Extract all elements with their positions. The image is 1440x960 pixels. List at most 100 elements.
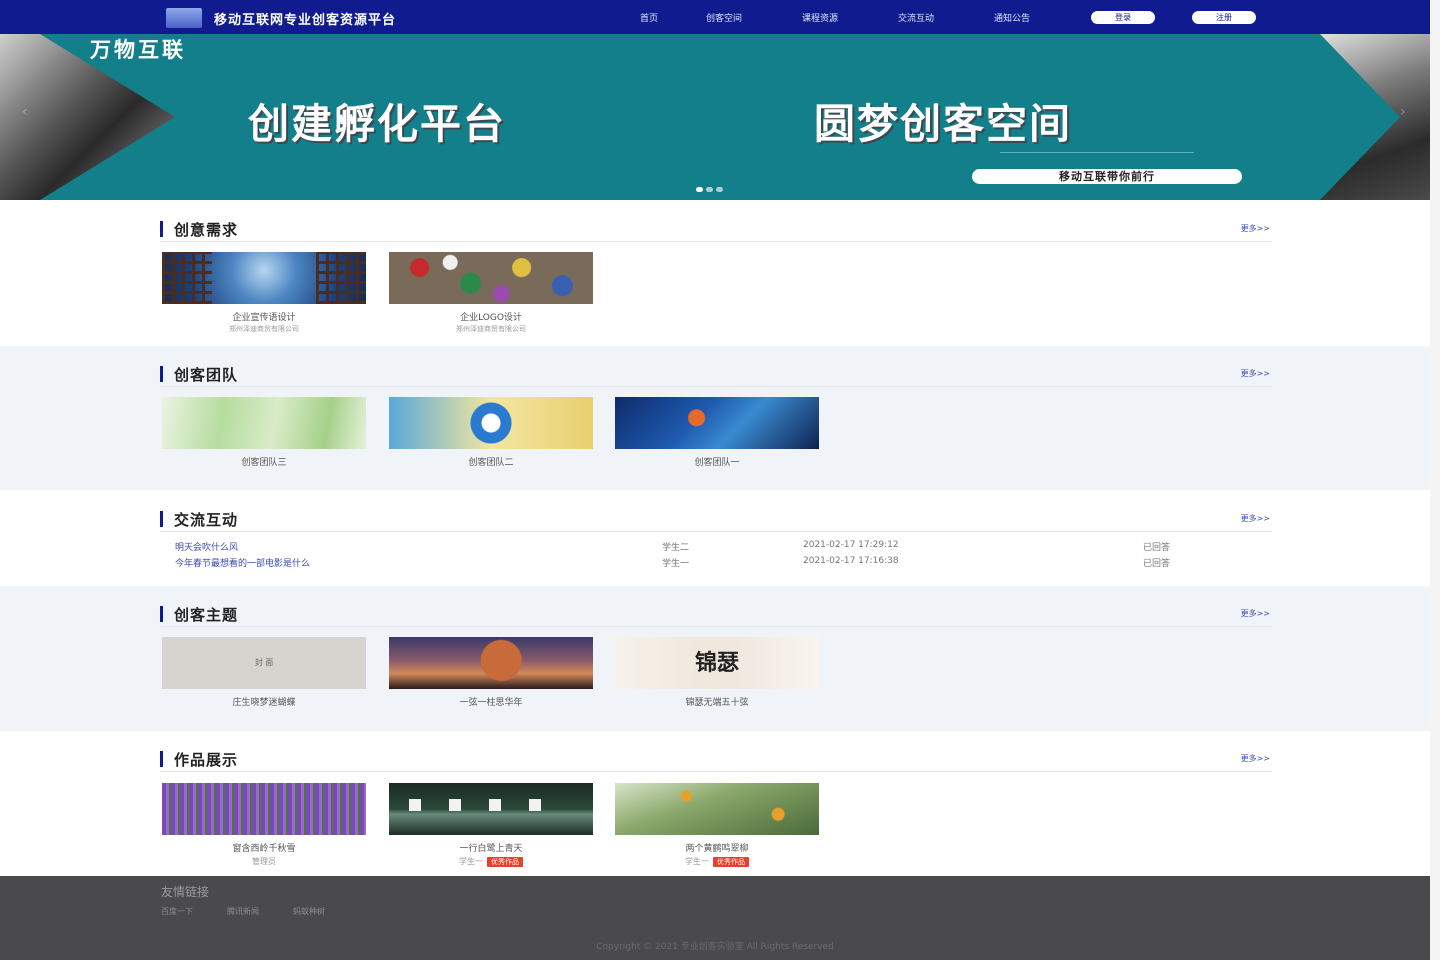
friend-link[interactable]: 腾讯新闻	[227, 906, 259, 917]
work-author: 学生一	[459, 857, 483, 866]
section-accent-bar	[160, 366, 163, 382]
discussion-status: 已回答	[1143, 543, 1171, 553]
site-logo[interactable]	[166, 8, 202, 28]
work-card[interactable]: 两个黄鹂鸣翠柳 学生一 优秀作品	[615, 783, 819, 867]
carousel-next-icon[interactable]: ›	[1400, 104, 1406, 120]
nav-link-courses[interactable]: 课程资源	[802, 11, 898, 24]
section-title: 创客团队	[174, 366, 239, 384]
work-author: 学生一	[685, 857, 709, 866]
top-nav: 移动互联网专业创客资源平台 首页 创客空间 课程资源 交流互动 通知公告 登录 …	[0, 0, 1430, 34]
theme-card[interactable]: 锦瑟 锦瑟无端五十弦	[615, 637, 819, 708]
card-caption[interactable]: 创客团队三	[162, 455, 366, 468]
work-card[interactable]: 一行白鹭上青天 学生一 优秀作品	[389, 783, 593, 867]
team-thumbnail[interactable]	[389, 397, 593, 449]
team-thumbnail[interactable]	[162, 397, 366, 449]
banner-headline-left: 创建孵化平台	[248, 100, 506, 148]
card-company: 郑州泽迪商贸有限公司	[456, 325, 526, 333]
team-card[interactable]: 创客团队二	[389, 397, 593, 468]
theme-thumbnail[interactable]: 封 面	[162, 637, 366, 689]
friend-link[interactable]: 百度一下	[161, 906, 193, 917]
work-thumbnail[interactable]	[615, 783, 819, 835]
discussion-status: 已回答	[1143, 559, 1171, 569]
discussion-row[interactable]: 今年春节最想看的一部电影是什么 学生一 2021-02-17 17:16:38 …	[175, 556, 1195, 570]
more-link[interactable]: 更多>>	[1241, 368, 1270, 379]
discussion-time: 2021-02-17 17:29:12	[803, 540, 899, 550]
discussion-topic-link[interactable]: 今年春节最想看的一部电影是什么	[175, 556, 310, 569]
register-button[interactable]: 注册	[1192, 11, 1256, 24]
more-link[interactable]: 更多>>	[1241, 608, 1270, 619]
section-accent-bar	[160, 606, 163, 622]
card-caption[interactable]: 庄生晓梦迷蝴蝶	[162, 695, 366, 708]
card-company: 郑州泽迪商贸有限公司	[229, 325, 299, 333]
carousel-prev-icon[interactable]: ‹	[22, 104, 28, 120]
card-caption[interactable]: 锦瑟无端五十弦	[615, 695, 819, 708]
banner-tagline: 移动互联带你前行	[972, 169, 1242, 184]
site-title[interactable]: 移动互联网专业创客资源平台	[214, 9, 396, 28]
more-link[interactable]: 更多>>	[1241, 753, 1270, 764]
carousel-dot-1[interactable]	[696, 187, 703, 192]
card-caption[interactable]: 窗含西岭千秋雪	[162, 841, 366, 854]
theme-card[interactable]: 封 面 庄生晓梦迷蝴蝶	[162, 637, 366, 708]
nav-link-notices[interactable]: 通知公告	[994, 11, 1090, 24]
need-card[interactable]: 企业LOGO设计 郑州泽迪商贸有限公司	[389, 252, 593, 334]
discussion-row[interactable]: 明天会吹什么风 学生二 2021-02-17 17:29:12 已回答	[175, 540, 1195, 554]
work-author: 管理员	[252, 857, 276, 866]
team-card[interactable]: 创客团队三	[162, 397, 366, 468]
section-maker-teams: 创客团队 更多>> 创客团队三 创客团队二 创客团队一	[0, 346, 1430, 490]
discussion-author: 学生二	[662, 543, 690, 553]
card-meta: 学生一 优秀作品	[615, 856, 819, 867]
section-header: 交流互动 更多>>	[160, 508, 1272, 532]
card-meta: 学生一 优秀作品	[389, 856, 593, 867]
team-thumbnail[interactable]	[615, 397, 819, 449]
section-header: 作品展示 更多>>	[160, 748, 1272, 772]
discussion-author: 学生一	[662, 559, 690, 569]
card-caption[interactable]: 一行白鹭上青天	[389, 841, 593, 854]
more-link[interactable]: 更多>>	[1241, 513, 1270, 524]
nav-link-maker-space[interactable]: 创客空间	[706, 11, 802, 24]
section-accent-bar	[160, 221, 163, 237]
team-card[interactable]: 创客团队一	[615, 397, 819, 468]
carousel-indicators	[696, 187, 726, 192]
more-link[interactable]: 更多>>	[1241, 223, 1270, 234]
carousel-dot-2[interactable]	[706, 187, 713, 192]
nav-link-interaction[interactable]: 交流互动	[898, 11, 994, 24]
page-scrollbar[interactable]	[1430, 0, 1440, 960]
copyright: Copyright © 2021 专业创客实验室 All Rights Rese…	[596, 942, 834, 952]
page: 移动互联网专业创客资源平台 首页 创客空间 课程资源 交流互动 通知公告 登录 …	[0, 0, 1440, 960]
excellent-work-badge: 优秀作品	[487, 857, 523, 867]
card-caption[interactable]: 一弦一柱思华年	[389, 695, 593, 708]
card-caption[interactable]: 两个黄鹂鸣翠柳	[615, 841, 819, 854]
banner-kicker: 万物互联	[90, 38, 186, 62]
footer: 友情链接 百度一下 腾讯新闻 蚂蚁种树 Copyright © 2021 专业创…	[0, 876, 1430, 960]
card-caption[interactable]: 创客团队二	[389, 455, 593, 468]
need-thumbnail[interactable]	[162, 252, 366, 304]
card-caption[interactable]: 企业LOGO设计	[389, 310, 593, 323]
friend-links: 百度一下 腾讯新闻 蚂蚁种树	[161, 906, 359, 917]
section-title: 交流互动	[174, 511, 239, 529]
need-card[interactable]: 企业宣传语设计 郑州泽迪商贸有限公司	[162, 252, 366, 334]
hero-banner[interactable]: 万物互联 创建孵化平台 圆梦创客空间 移动互联带你前行 ‹ ›	[0, 34, 1430, 200]
work-thumbnail[interactable]	[162, 783, 366, 835]
nav-menu: 首页 创客空间 课程资源 交流互动 通知公告	[640, 11, 1090, 24]
need-thumbnail[interactable]	[389, 252, 593, 304]
card-caption[interactable]: 企业宣传语设计	[162, 310, 366, 323]
banner-right-graphic	[1320, 34, 1430, 200]
card-caption[interactable]: 创客团队一	[615, 455, 819, 468]
theme-card[interactable]: 一弦一柱思华年	[389, 637, 593, 708]
excellent-work-badge: 优秀作品	[713, 857, 749, 867]
work-card[interactable]: 窗含西岭千秋雪 管理员	[162, 783, 366, 867]
card-meta: 管理员	[162, 856, 366, 867]
discussion-time: 2021-02-17 17:16:38	[803, 556, 899, 566]
section-header: 创客主题 更多>>	[160, 603, 1272, 627]
section-accent-bar	[160, 511, 163, 527]
work-thumbnail[interactable]	[389, 783, 593, 835]
discussion-topic-link[interactable]: 明天会吹什么风	[175, 540, 238, 553]
carousel-dot-3[interactable]	[716, 187, 723, 192]
friend-link[interactable]: 蚂蚁种树	[293, 906, 325, 917]
nav-link-home[interactable]: 首页	[640, 11, 706, 24]
theme-thumbnail[interactable]: 锦瑟	[615, 637, 819, 689]
login-button[interactable]: 登录	[1091, 11, 1155, 24]
section-maker-themes: 创客主题 更多>> 封 面 庄生晓梦迷蝴蝶 一弦一柱思华年 锦瑟 锦瑟无端五十弦	[0, 586, 1430, 731]
section-works: 作品展示 更多>> 窗含西岭千秋雪 管理员 一行白鹭上青天 学生一 优秀作品 两个…	[0, 731, 1430, 876]
theme-thumbnail[interactable]	[389, 637, 593, 689]
